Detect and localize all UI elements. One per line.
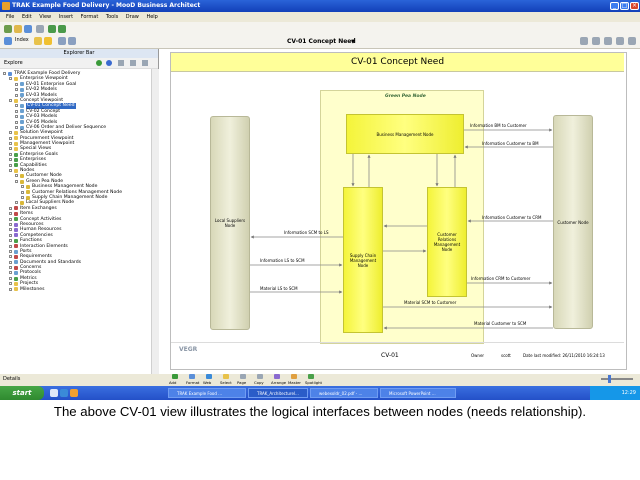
label-customer-to-crm: Information Customer to CRM bbox=[482, 215, 542, 220]
web-icon[interactable] bbox=[206, 374, 212, 379]
diagram-footer: VEGR CV-01 Owner scott Date last modifie… bbox=[171, 342, 624, 368]
copy-button-label[interactable]: Copy bbox=[254, 380, 264, 385]
select-button-label[interactable]: Select bbox=[220, 380, 232, 385]
master-button-label[interactable]: Master bbox=[288, 380, 301, 385]
drawing-toolbar: Add Format Web Select Page Copy Arrange Master S… bbox=[159, 374, 640, 385]
select-icon[interactable] bbox=[223, 374, 229, 379]
footer-owner-label: Owner bbox=[471, 353, 485, 358]
copy-icon[interactable] bbox=[257, 374, 263, 379]
label-material-scm-to-customer: Material SCM to Customer bbox=[404, 300, 457, 305]
show-desktop-icon[interactable] bbox=[50, 389, 58, 397]
media-icon[interactable] bbox=[70, 389, 78, 397]
caption: The above CV-01 view illustrates the log… bbox=[53, 404, 587, 419]
ie-icon[interactable] bbox=[60, 389, 68, 397]
format-button-label[interactable]: Format bbox=[186, 380, 199, 385]
page-button-label[interactable]: Page bbox=[237, 380, 246, 385]
connector-layer bbox=[250, 128, 553, 330]
start-label: start bbox=[12, 389, 32, 397]
details-label: Details bbox=[3, 376, 21, 382]
zoom-slider[interactable] bbox=[601, 378, 633, 380]
footer-owner: scott bbox=[501, 353, 511, 358]
label-crm-to-customer: Information CRM to Customer bbox=[471, 276, 531, 281]
task-label: TRAK_Architecturel... bbox=[257, 391, 299, 396]
arrange-button-label[interactable]: Arrange bbox=[271, 380, 286, 385]
label-material-customer-to-scm: Material Customer to SCM bbox=[474, 321, 527, 326]
system-tray: 12:29 bbox=[590, 386, 640, 400]
spotlight-button-label[interactable]: Spotlight bbox=[305, 380, 322, 385]
task-trak-architecture[interactable]: TRAK_Architecturel... bbox=[248, 388, 308, 398]
zoom-slider-thumb[interactable] bbox=[608, 375, 611, 383]
task-label: Microsoft PowerPoint ... bbox=[389, 391, 436, 396]
web-button-label[interactable]: Web bbox=[203, 380, 211, 385]
clock: 12:29 bbox=[621, 390, 636, 396]
start-button[interactable]: start bbox=[0, 386, 44, 400]
task-label: webexoldr_02.pdf - ... bbox=[319, 391, 363, 396]
spotlight-icon[interactable] bbox=[308, 374, 314, 379]
task-powerpoint[interactable]: Microsoft PowerPoint ... bbox=[380, 388, 456, 398]
footer-view-name: CV-01 bbox=[381, 352, 399, 359]
label-customer-to-bm: Information Customer to BM bbox=[482, 141, 539, 146]
task-label: TRAK Example Food ... bbox=[177, 391, 222, 396]
add-icon[interactable] bbox=[172, 374, 178, 379]
footer-modified: Date last modified: 26/11/2010 16:24:13 bbox=[523, 353, 605, 358]
task-webex-pdf[interactable]: webexoldr_02.pdf - ... bbox=[310, 388, 378, 398]
label-material-ls-to-scm: Material LS to SCM bbox=[260, 286, 298, 291]
add-button-label[interactable]: Add bbox=[169, 380, 176, 385]
label-ls-to-scm: Information LS to SCM bbox=[260, 258, 305, 263]
details-bar[interactable]: Details bbox=[0, 374, 158, 384]
task-trak-example[interactable]: TRAK Example Food ... bbox=[168, 388, 246, 398]
master-icon[interactable] bbox=[291, 374, 297, 379]
label-bm-to-customer: Information BM to Customer bbox=[470, 123, 527, 128]
taskbar: start TRAK Example Food ... TRAK_Archite… bbox=[0, 386, 640, 400]
page-icon[interactable] bbox=[240, 374, 246, 379]
format-icon[interactable] bbox=[189, 374, 195, 379]
label-scm-to-ls: Information SCM to LS bbox=[284, 230, 329, 235]
arrange-icon[interactable] bbox=[274, 374, 280, 379]
vegr-logo: VEGR bbox=[179, 346, 198, 353]
